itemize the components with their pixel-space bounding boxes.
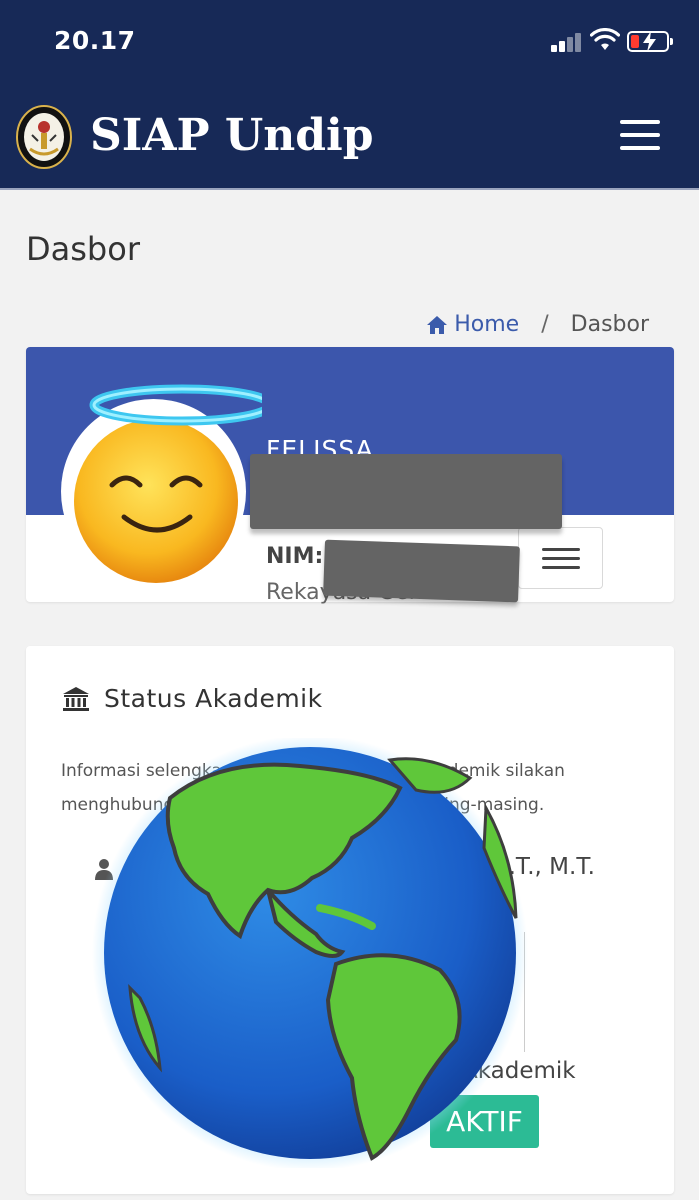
status-time: 20.17 — [54, 26, 136, 55]
cellular-signal-icon — [551, 32, 583, 52]
institution-icon — [63, 686, 89, 711]
breadcrumb-home-link[interactable]: Home — [426, 312, 519, 337]
breadcrumb-separator: / — [541, 312, 549, 337]
profile-menu-button[interactable] — [518, 527, 603, 589]
redaction-bar — [250, 454, 562, 529]
battery-charging-icon — [627, 31, 673, 52]
nim-label: NIM: — [266, 544, 324, 569]
smiling-face-with-halo-emoji — [74, 384, 262, 583]
app-brand[interactable]: SIAP Undip — [90, 110, 374, 161]
earth-globe-americas-emoji — [92, 738, 528, 1168]
home-icon — [427, 315, 448, 334]
redaction-bar — [323, 539, 520, 603]
breadcrumb-home-label: Home — [454, 312, 520, 337]
status-akademik-card: Status Akademik Informasi selengkapnya m… — [26, 646, 674, 1194]
status-title-text: Status Akademik — [104, 684, 323, 713]
page-title: Dasbor — [26, 230, 140, 268]
top-navbar: SIAP Undip — [0, 90, 699, 190]
wifi-icon — [590, 28, 620, 50]
status-title: Status Akademik — [62, 684, 323, 713]
profile-card: FELISSA NIM: 21120119130046501 Rekayasa … — [26, 347, 674, 605]
status-bar: 20.17 — [0, 0, 699, 90]
breadcrumb-current: Dasbor — [570, 312, 649, 337]
undip-seal-icon[interactable] — [16, 105, 72, 169]
breadcrumb: Home / Dasbor — [426, 312, 649, 337]
hamburger-icon[interactable] — [620, 118, 662, 152]
